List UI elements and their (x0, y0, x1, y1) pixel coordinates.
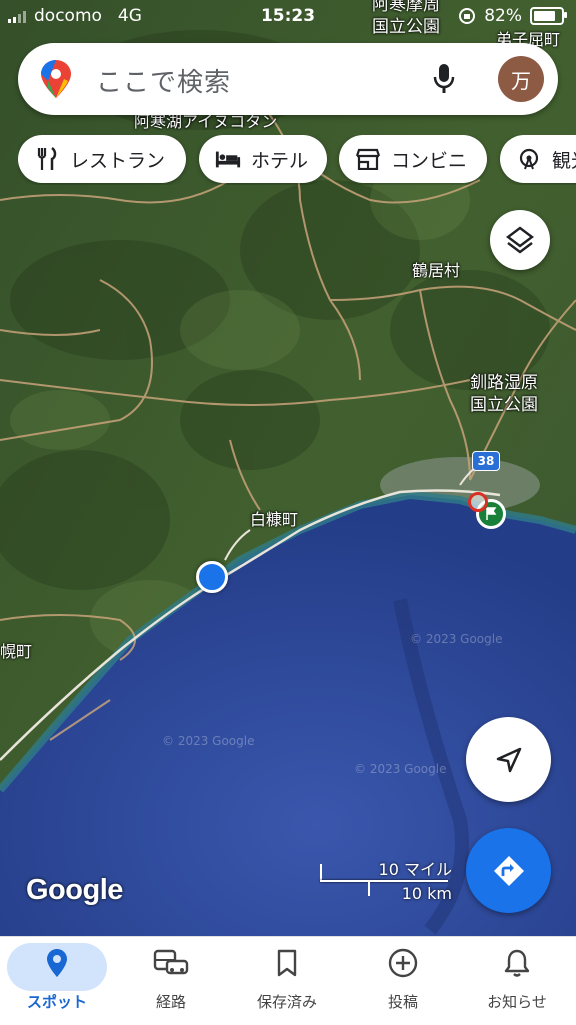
my-location-button[interactable] (466, 717, 551, 802)
chip-convenience-store[interactable]: コンビニ (339, 135, 487, 183)
store-icon (355, 146, 381, 172)
chip-hotel[interactable]: ホテル (199, 135, 327, 183)
nav-saved[interactable]: 保存済み (232, 943, 342, 1023)
directions-button[interactable] (466, 828, 551, 913)
bottom-navigation: スポット 経路 保存済み 投稿 お知らせ (0, 936, 576, 1025)
chip-label: 観光 (552, 149, 576, 172)
commute-icon (116, 943, 226, 983)
add-circle-icon (348, 943, 458, 983)
directions-icon (493, 855, 524, 886)
battery-icon (530, 7, 567, 25)
nav-post[interactable]: 投稿 (348, 943, 458, 1023)
category-chips: レストラン ホテル コンビニ 観光 (18, 135, 576, 185)
chip-label: コンビニ (391, 149, 468, 172)
location-pin-icon (2, 943, 112, 983)
bell-icon (462, 943, 572, 983)
scale-km: 10 km (401, 884, 452, 903)
map-label-shiranuka: 白糠町 (250, 510, 299, 529)
scale-miles: 10 マイル (378, 860, 452, 879)
google-logo: Google (26, 874, 123, 906)
chip-label: レストラン (70, 149, 166, 172)
scale-bar: 10 マイル 10 km (318, 856, 458, 906)
map-watermark: © 2023 Google (354, 762, 447, 776)
chip-sightseeing[interactable]: 観光 (500, 135, 576, 183)
nav-spot[interactable]: スポット (2, 943, 112, 1023)
attraction-icon (516, 146, 542, 172)
map-watermark: © 2023 Google (410, 632, 503, 646)
google-maps-pin-icon (41, 60, 71, 98)
rotation-lock-icon (459, 8, 476, 24)
battery-percent: 82% (484, 6, 522, 26)
search-bar[interactable]: ここで検索 万 (18, 43, 558, 115)
avatar[interactable]: 万 (498, 56, 544, 102)
map-label-kushiro-wetland: 釧路湿原 国立公園 (470, 373, 538, 415)
hotel-icon (215, 146, 241, 172)
navigation-arrow-icon (496, 747, 521, 772)
place-marker-icon[interactable] (468, 492, 488, 512)
route-38-badge: 38 (472, 451, 500, 471)
restaurant-icon (34, 146, 60, 172)
layers-icon (506, 226, 534, 254)
map-label-tsurui: 鶴居村 (412, 261, 461, 280)
bookmark-icon (232, 943, 342, 983)
map-label-urahoro: 幌町 (0, 642, 33, 661)
status-bar: docomo 4G 15:23 82% (0, 0, 576, 32)
layers-button[interactable] (490, 210, 550, 270)
chip-label: ホテル (251, 149, 309, 172)
nav-directions[interactable]: 経路 (116, 943, 226, 1023)
chip-restaurant[interactable]: レストラン (18, 135, 186, 183)
nav-notifications[interactable]: お知らせ (462, 943, 572, 1023)
search-input[interactable]: ここで検索 (96, 62, 231, 99)
mic-icon[interactable] (432, 63, 456, 95)
current-location-dot[interactable] (196, 561, 228, 593)
map-watermark: © 2023 Google (162, 734, 255, 748)
